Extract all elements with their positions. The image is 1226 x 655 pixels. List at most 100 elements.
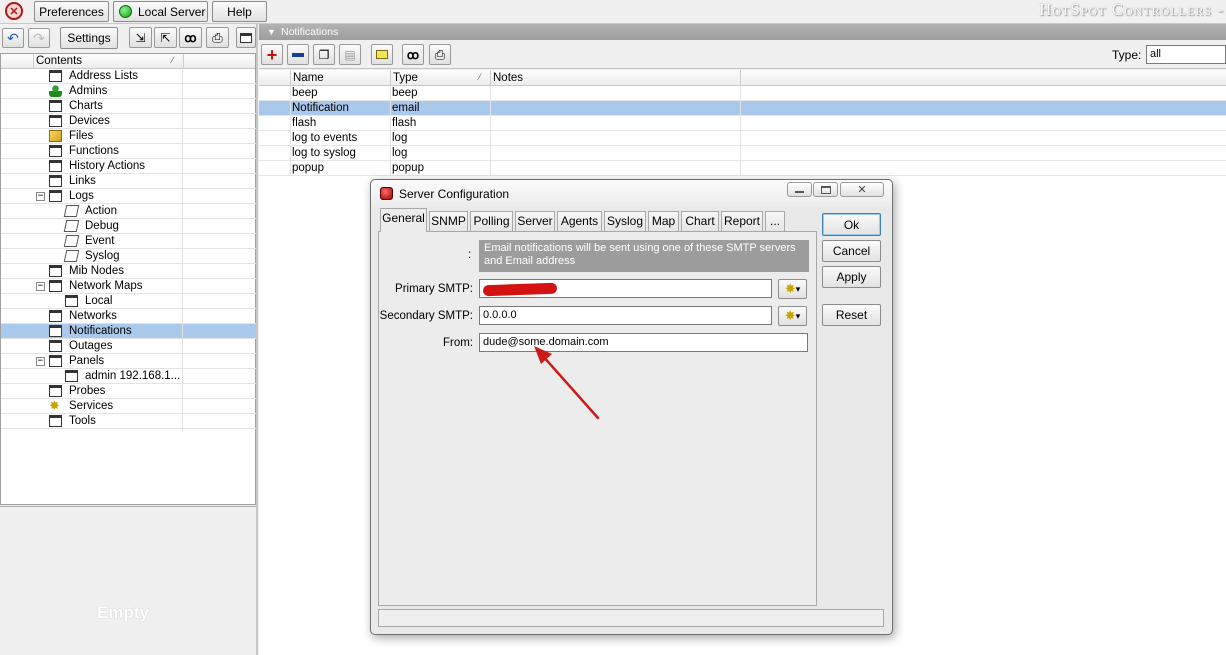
- collapse-toggle-icon[interactable]: −: [36, 282, 45, 291]
- primary-smtp-label: Primary SMTP:: [395, 283, 473, 295]
- table-row[interactable]: popup popup: [259, 161, 1226, 176]
- tab-agents[interactable]: Agents: [557, 211, 602, 232]
- column-divider: [390, 116, 391, 131]
- maximize-button[interactable]: [813, 182, 838, 197]
- ok-button[interactable]: Ok: [822, 213, 881, 236]
- minimize-button[interactable]: [787, 182, 812, 197]
- primary-smtp-lookup-button[interactable]: ✸ ▾: [778, 279, 807, 299]
- tree-item-debug[interactable]: Debug: [1, 219, 256, 234]
- cell-name: log to syslog: [292, 147, 356, 159]
- apply-button[interactable]: Apply: [822, 266, 881, 288]
- preferences-label: Preferences: [39, 4, 104, 19]
- tab-map[interactable]: Map: [648, 211, 679, 232]
- tree-item-panels[interactable]: − Panels: [1, 354, 256, 369]
- window-button[interactable]: [236, 27, 256, 48]
- cancel-button[interactable]: Cancel: [822, 240, 881, 262]
- collapse-toggle-icon[interactable]: −: [36, 357, 45, 366]
- print-button[interactable]: ⎙: [206, 27, 229, 48]
- tree-item-label: Address Lists: [69, 70, 139, 82]
- gear-icon: ✸: [784, 308, 796, 323]
- column-header-notes[interactable]: Notes: [493, 72, 523, 84]
- local-server-button[interactable]: Local Server: [113, 1, 208, 22]
- tab-chart[interactable]: Chart: [681, 211, 719, 232]
- tab-syslog[interactable]: Syslog: [604, 211, 646, 232]
- tree-item-history-actions[interactable]: History Actions: [1, 159, 256, 174]
- tree-item-functions[interactable]: Functions: [1, 144, 256, 159]
- printer-icon: ⎙: [434, 46, 446, 62]
- column-divider: [290, 131, 291, 146]
- tree-item-syslog[interactable]: Syslog: [1, 249, 256, 264]
- column-header-type[interactable]: Type: [393, 72, 418, 84]
- tab-general[interactable]: General: [380, 208, 427, 232]
- tree-item-notifications[interactable]: Notifications: [1, 324, 256, 339]
- reset-button[interactable]: Reset: [822, 304, 881, 326]
- tree-item-devices[interactable]: Devices: [1, 114, 256, 129]
- tree-item-network-maps[interactable]: − Network Maps: [1, 279, 256, 294]
- tab-server[interactable]: Server: [515, 211, 555, 232]
- find-notifications-button[interactable]: ꝏ: [402, 44, 424, 65]
- tree-item-mib-nodes[interactable]: Mib Nodes: [1, 264, 256, 279]
- disconnect-icon[interactable]: ✕: [5, 2, 23, 20]
- tree-item-action[interactable]: Action: [1, 204, 256, 219]
- maximize-icon: [820, 185, 831, 194]
- table-row[interactable]: flash flash: [259, 116, 1226, 131]
- remove-button[interactable]: [287, 44, 309, 65]
- tree-item-event[interactable]: Event: [1, 234, 256, 249]
- paste-button[interactable]: ▤: [339, 44, 361, 65]
- table-row[interactable]: log to syslog log: [259, 146, 1226, 161]
- comment-button[interactable]: [371, 44, 393, 65]
- info-box: Email notifications will be sent using o…: [479, 240, 809, 272]
- tree-item-tools[interactable]: Tools: [1, 414, 256, 429]
- tree-item-local[interactable]: Local: [1, 294, 256, 309]
- preferences-button[interactable]: Preferences: [34, 1, 109, 22]
- tab-snmp[interactable]: SNMP: [429, 211, 468, 232]
- add-button[interactable]: +: [261, 44, 283, 65]
- help-button[interactable]: Help: [212, 1, 267, 22]
- cell-type: email: [392, 102, 420, 114]
- tab-polling[interactable]: Polling: [470, 211, 513, 232]
- sort-icon: ⁄: [172, 55, 174, 65]
- type-filter-select[interactable]: all: [1146, 45, 1226, 64]
- table-row[interactable]: log to events log: [259, 131, 1226, 146]
- tree-item-links[interactable]: Links: [1, 174, 256, 189]
- tree-item-logs[interactable]: − Logs: [1, 189, 256, 204]
- tree-item-admins[interactable]: Admins: [1, 84, 256, 99]
- tree-item-services[interactable]: ✸ Services: [1, 399, 256, 414]
- tree-item-address-lists[interactable]: Address Lists: [1, 69, 256, 84]
- window-icon: [49, 100, 62, 112]
- import-button[interactable]: ⇲: [129, 27, 152, 48]
- tab-report[interactable]: Report: [721, 211, 763, 232]
- tab-more[interactable]: ...: [765, 211, 785, 232]
- close-button[interactable]: ✕: [840, 182, 884, 197]
- contents-header-label[interactable]: Contents: [36, 55, 82, 67]
- print-notifications-button[interactable]: ⎙: [429, 44, 451, 65]
- find-button[interactable]: ꝏ: [179, 27, 202, 48]
- undo-button[interactable]: ↶: [2, 28, 24, 48]
- empty-label: Empty: [97, 603, 149, 622]
- window-icon: [49, 310, 62, 322]
- collapse-arrow-icon[interactable]: ▼: [267, 27, 276, 37]
- redo-button[interactable]: ↷: [28, 28, 50, 48]
- tree-item-networks[interactable]: Networks: [1, 309, 256, 324]
- table-row[interactable]: Notification email: [259, 101, 1226, 116]
- tree-item-probes[interactable]: Probes: [1, 384, 256, 399]
- secondary-smtp-lookup-button[interactable]: ✸ ▾: [778, 306, 807, 326]
- tree-item-label: Files: [69, 130, 94, 142]
- tree-item-files[interactable]: Files: [1, 129, 256, 144]
- secondary-smtp-field[interactable]: 0.0.0.0: [479, 306, 772, 325]
- table-row[interactable]: beep beep: [259, 86, 1226, 101]
- tree-item-label: Functions: [69, 145, 119, 157]
- tree-item-label: Notifications: [69, 325, 132, 337]
- dialog-title: Server Configuration: [399, 187, 510, 201]
- copy-button[interactable]: ❐: [313, 44, 335, 65]
- tree-item-admin-192-168-1[interactable]: admin 192.168.1...: [1, 369, 256, 384]
- settings-button[interactable]: Settings: [60, 27, 118, 49]
- tree-item-charts[interactable]: Charts: [1, 99, 256, 114]
- contents-header: Contents ⁄: [1, 54, 255, 69]
- splitter[interactable]: [256, 24, 258, 655]
- log-icon: [63, 205, 80, 217]
- column-header-name[interactable]: Name: [293, 72, 324, 84]
- tree-item-outages[interactable]: Outages: [1, 339, 256, 354]
- export-button[interactable]: ⇱: [154, 27, 177, 48]
- collapse-toggle-icon[interactable]: −: [36, 192, 45, 201]
